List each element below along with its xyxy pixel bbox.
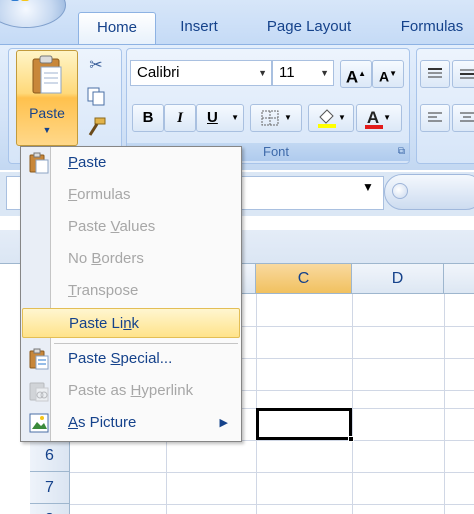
align-middle-icon [460, 69, 474, 79]
column-header-d[interactable]: D [352, 264, 444, 294]
align-left-icon [428, 112, 442, 122]
borders-button[interactable]: ▼ [250, 104, 302, 132]
shrink-font-button[interactable]: A▼ [372, 60, 404, 88]
paste-special-icon [29, 348, 49, 370]
copy-icon[interactable] [84, 86, 108, 110]
tab-home[interactable]: Home [78, 12, 156, 46]
align-middle-button[interactable] [452, 60, 474, 88]
column-header-e[interactable] [444, 264, 474, 294]
format-painter-icon[interactable] [84, 116, 108, 140]
paste-button[interactable]: Paste ▼ [16, 50, 78, 146]
menu-item-transpose[interactable]: Transpose [22, 276, 240, 306]
menu-item-as-picture[interactable]: As Picture ▶ [22, 408, 240, 438]
fill-color-button[interactable]: ▼ [308, 104, 354, 132]
font-name-combo[interactable]: Calibri ▼ [130, 60, 272, 86]
chevron-down-icon: ▼ [42, 125, 52, 135]
align-center-button[interactable] [452, 104, 474, 132]
submenu-arrow-icon: ▶ [219, 417, 228, 429]
menu-item-paste[interactable]: Paste [22, 148, 240, 178]
font-color-swatch [365, 125, 383, 129]
align-top-icon [428, 68, 442, 78]
chevron-down-icon[interactable]: ▼ [362, 180, 374, 194]
underline-button[interactable]: U ▼ [196, 104, 244, 132]
font-color-button[interactable]: A ▼ [356, 104, 402, 132]
tab-insert[interactable]: Insert [170, 12, 228, 42]
row-header-6[interactable]: 6 [30, 440, 70, 472]
dialog-launcher-icon: ⧉ [397, 146, 405, 157]
office-logo-icon [11, 0, 31, 3]
picture-icon [29, 413, 49, 433]
paste-icon [29, 152, 49, 174]
align-top-button[interactable] [420, 60, 450, 88]
row-header-7[interactable]: 7 [30, 472, 70, 504]
clipboard-icon [32, 55, 62, 94]
font-size-value: 11 [279, 64, 295, 81]
tab-page-layout[interactable]: Page Layout [254, 12, 364, 42]
grid-line [352, 294, 353, 514]
cut-icon[interactable]: ✂ [84, 54, 108, 78]
menu-item-paste-values[interactable]: Paste Values [22, 212, 240, 242]
menu-item-paste-as-hyperlink[interactable]: Paste as Hyperlink [22, 376, 240, 406]
menu-item-paste-link[interactable]: Paste Link [22, 308, 240, 338]
row-header-8[interactable]: 8 [30, 504, 70, 514]
menu-item-formulas[interactable]: Formulas [22, 180, 240, 210]
chevron-down-icon: ▼ [231, 113, 239, 122]
grid-line [70, 504, 474, 505]
grid-line [70, 472, 474, 473]
grid-line [444, 294, 445, 514]
font-name-value: Calibri [137, 64, 180, 81]
paste-label: Paste [29, 105, 65, 121]
fill-color-icon [318, 109, 337, 128]
grow-font-button[interactable]: A▲ [340, 60, 372, 88]
bold-button[interactable]: B [132, 104, 164, 132]
menu-item-paste-special[interactable]: Paste Special... [22, 344, 240, 374]
font-size-combo[interactable]: 11 ▼ [272, 60, 334, 86]
tab-formulas[interactable]: Formulas [390, 12, 474, 42]
align-center-icon [460, 112, 474, 122]
borders-icon [261, 110, 279, 126]
italic-button[interactable]: I [164, 104, 196, 132]
align-left-button[interactable] [420, 104, 450, 132]
grid-line [256, 294, 257, 514]
resize-handle-icon[interactable] [392, 183, 408, 199]
chevron-down-icon: ▼ [258, 68, 267, 78]
fill-handle[interactable] [348, 436, 354, 442]
column-header-c[interactable]: C [256, 264, 352, 294]
menu-item-no-borders[interactable]: No Borders [22, 244, 240, 274]
hyperlink-icon [29, 382, 49, 402]
active-cell[interactable] [256, 408, 352, 440]
chevron-down-icon: ▼ [320, 68, 329, 78]
